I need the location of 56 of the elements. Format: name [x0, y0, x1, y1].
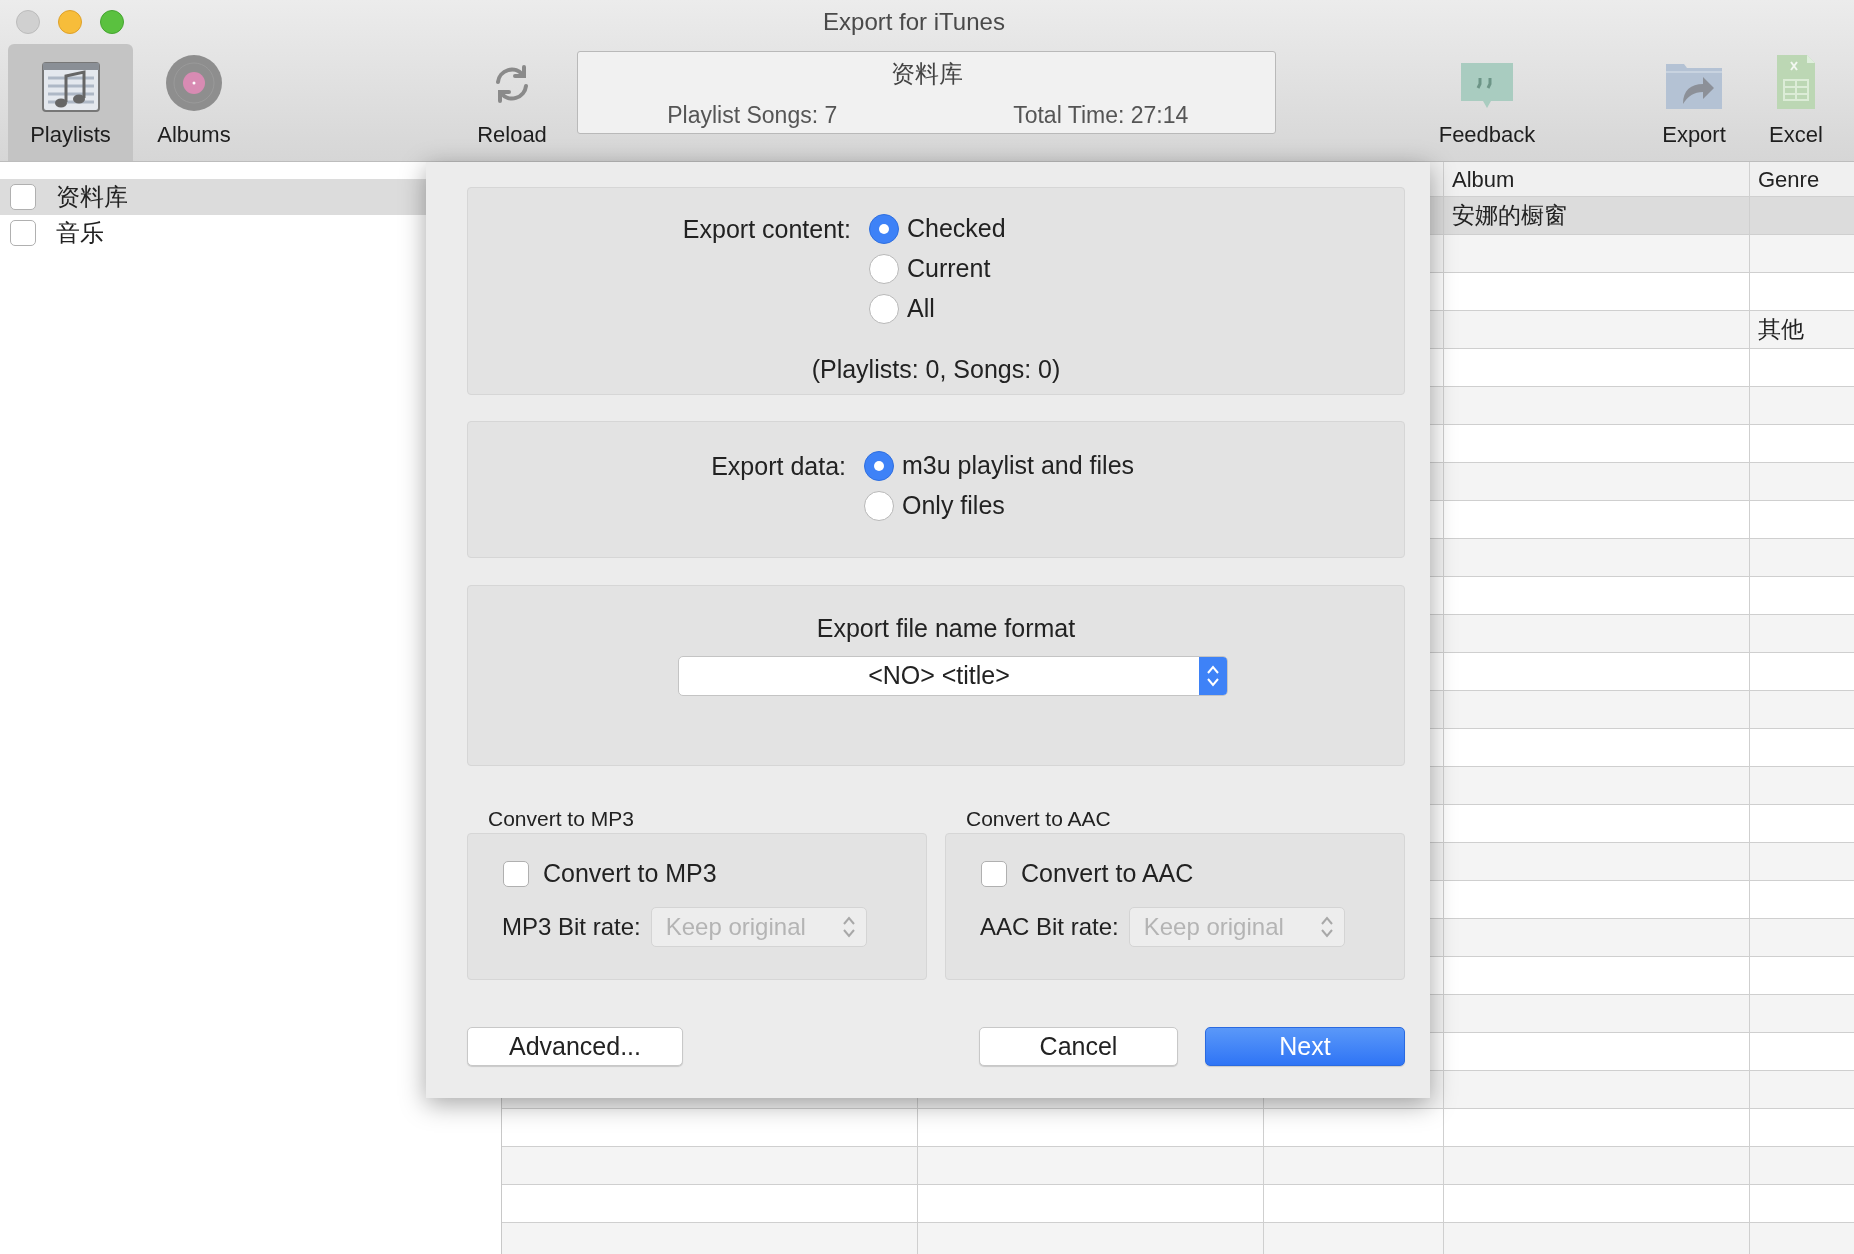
radio-button[interactable]: [869, 294, 899, 324]
group-title: Convert to AAC: [965, 806, 1112, 830]
playlist-name: 资料库: [56, 182, 128, 212]
radio-button[interactable]: [869, 214, 899, 244]
radio-label: Checked: [907, 213, 1006, 245]
radio-button[interactable]: [864, 451, 894, 481]
group-title: Convert to MP3: [487, 806, 635, 830]
radio-label: m3u playlist and files: [902, 450, 1135, 482]
close-window-button[interactable]: [16, 9, 40, 34]
checkbox-label: Convert to MP3: [543, 858, 717, 889]
dialog-button[interactable]: Advanced...: [467, 1027, 683, 1066]
playlist-item[interactable]: 音乐: [0, 215, 501, 251]
export-summary: (Playlists: 0, Songs: 0): [811, 354, 1061, 385]
export-data-label: Export data:: [710, 451, 847, 482]
table-cell-text: 其他: [1758, 315, 1804, 345]
table-row[interactable]: [502, 1223, 1854, 1254]
playlist-checkbox[interactable]: [10, 220, 36, 246]
table-row[interactable]: [502, 1147, 1854, 1185]
toolbar-view-tab[interactable]: Playlists: [8, 43, 133, 161]
table-cell-text: 安娜的橱窗: [1452, 201, 1567, 231]
zoom-window-button[interactable]: [100, 9, 124, 34]
bit-rate-label: MP3 Bit rate:: [502, 911, 641, 942]
playlist-name: 音乐: [56, 218, 104, 248]
playlist-songs-count: Playlist Songs: 7: [666, 100, 839, 130]
file-name-format-select[interactable]: <NO> <title>: [678, 655, 1228, 696]
vinyl-disc-icon: [165, 54, 223, 112]
window-title: Export for iTunes: [823, 6, 1005, 37]
music-note-window-icon: [41, 62, 100, 112]
speech-bubble-icon: [1460, 62, 1514, 110]
toolbar-button[interactable]: Export: [1644, 43, 1744, 161]
reload-button[interactable]: Reload: [462, 43, 562, 161]
up-down-chevron-icon: [1206, 663, 1220, 688]
up-down-chevron-icon: [841, 914, 856, 939]
toolbar-button[interactable]: Feedback: [1427, 43, 1547, 161]
total-time: Total Time: 27:14: [1012, 100, 1190, 130]
dialog-button[interactable]: Next: [1205, 1027, 1405, 1066]
table-row[interactable]: [502, 1185, 1854, 1223]
dialog-button[interactable]: Cancel: [979, 1027, 1178, 1066]
radio-label: All: [907, 293, 935, 325]
library-title: 资料库: [890, 58, 963, 89]
radio-button[interactable]: [869, 254, 899, 284]
export-content-label: Export content:: [681, 214, 852, 245]
table-row[interactable]: [502, 1109, 1854, 1147]
radio-label: Current: [907, 253, 991, 285]
toolbar-view-tab[interactable]: Albums: [133, 43, 255, 161]
column-header[interactable]: Genre: [1750, 162, 1854, 197]
playlist-checkbox[interactable]: [10, 184, 36, 210]
file-name-format-label: Export file name format: [815, 613, 1076, 644]
toolbar-button[interactable]: Excel: [1751, 43, 1841, 161]
radio-label: Only files: [902, 490, 1005, 522]
up-down-chevron-icon: [1319, 914, 1334, 939]
radio-button[interactable]: [864, 491, 894, 521]
minimize-window-button[interactable]: [58, 9, 82, 34]
spreadsheet-icon: [1776, 54, 1816, 110]
bit-rate-label: AAC Bit rate:: [980, 911, 1119, 942]
checkbox-label: Convert to AAC: [1021, 858, 1194, 889]
